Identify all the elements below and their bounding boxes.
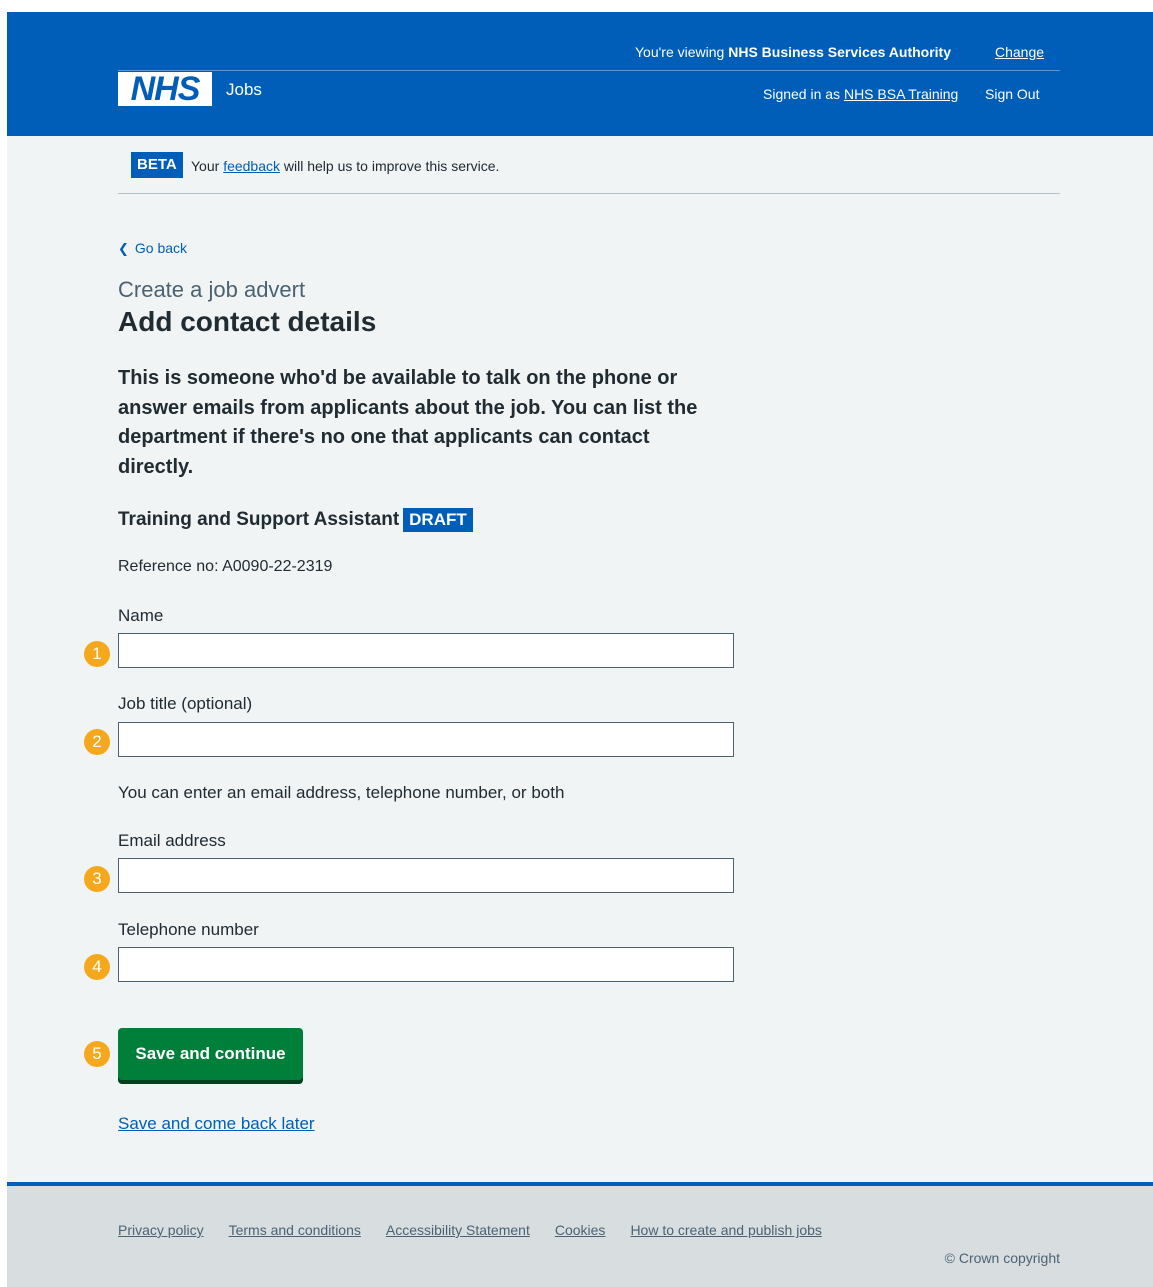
email-label: Email address [118, 831, 226, 850]
copyright-text: © Crown copyright [944, 1250, 1060, 1266]
footer-links: Privacy policy Terms and conditions Access… [118, 1222, 847, 1238]
step-marker-5: 5 [84, 1041, 110, 1067]
site-header: You're viewing NHS Business Services Aut… [7, 12, 1153, 136]
change-organisation-link[interactable]: Change [995, 44, 1044, 60]
footer-link-terms[interactable]: Terms and conditions [229, 1222, 361, 1238]
page-lead-text: This is someone who'd be available to ta… [118, 367, 698, 478]
telephone-input[interactable] [118, 947, 734, 982]
header-divider [118, 70, 1060, 71]
beta-banner-text: Your feedback will help us to improve th… [191, 158, 500, 174]
reference-number: Reference no: A0090-22-2319 [118, 558, 333, 575]
job-name: Training and Support Assistant DRAFT [118, 508, 473, 532]
site-footer: Privacy policy Terms and conditions Access… [7, 1182, 1153, 1287]
footer-link-privacy[interactable]: Privacy policy [118, 1222, 204, 1238]
signed-in-text: Signed in as NHS BSA Training [763, 86, 959, 102]
footer-link-how-to-publish[interactable]: How to create and publish jobs [630, 1222, 821, 1238]
go-back-link[interactable]: ❮ Go back [118, 240, 187, 257]
chevron-left-icon: ❮ [118, 241, 129, 256]
footer-link-cookies[interactable]: Cookies [555, 1222, 606, 1238]
save-and-come-back-later-link[interactable]: Save and come back later [118, 1114, 315, 1134]
step-marker-4: 4 [84, 954, 110, 980]
step-marker-1: 1 [84, 641, 110, 667]
contact-hint-text: You can enter an email address, telephon… [118, 783, 565, 802]
step-marker-3: 3 [84, 866, 110, 892]
page-title: Add contact details [118, 306, 377, 337]
save-and-continue-button[interactable]: Save and continue [118, 1028, 303, 1080]
job-title-label: Job title (optional) [118, 694, 253, 713]
email-input[interactable] [118, 858, 734, 893]
page-caption: Create a job advert [118, 277, 306, 302]
name-input[interactable] [118, 633, 734, 668]
telephone-label: Telephone number [118, 920, 259, 939]
job-title-input[interactable] [118, 722, 734, 757]
footer-link-accessibility[interactable]: Accessibility Statement [386, 1222, 530, 1238]
name-label: Name [118, 606, 164, 625]
beta-divider [118, 193, 1060, 194]
feedback-link[interactable]: feedback [223, 158, 280, 174]
service-name[interactable]: Jobs [226, 80, 262, 100]
sign-out-link[interactable]: Sign Out [985, 86, 1039, 102]
step-marker-2: 2 [84, 729, 110, 755]
viewing-organisation-text: You're viewing NHS Business Services Aut… [635, 44, 951, 60]
signed-in-user-link[interactable]: NHS BSA Training [844, 86, 958, 102]
draft-status-tag: DRAFT [403, 508, 473, 532]
nhs-logo[interactable]: NHS [118, 72, 212, 106]
beta-tag: BETA [131, 152, 183, 178]
viewing-organisation-name: NHS Business Services Authority [728, 44, 951, 60]
page-frame: You're viewing NHS Business Services Aut… [7, 12, 1153, 1287]
